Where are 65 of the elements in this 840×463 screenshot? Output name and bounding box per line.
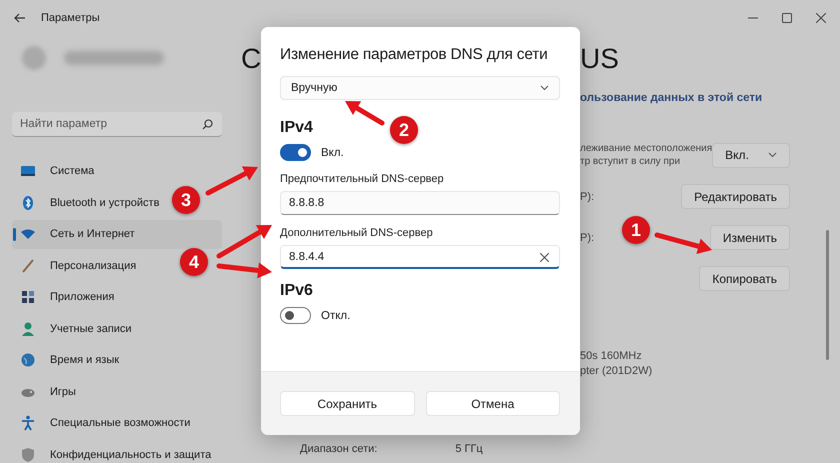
action-button[interactable]: Копировать xyxy=(699,266,790,291)
bluetooth-icon xyxy=(20,194,36,211)
action-button[interactable]: Редактировать xyxy=(681,184,790,209)
close-icon[interactable] xyxy=(816,13,826,23)
toggle-state-label: Вкл. xyxy=(321,146,344,158)
sidebar-item[interactable]: Персонализация xyxy=(12,252,140,280)
toggle-switch[interactable] xyxy=(280,144,311,161)
field-label: Дополнительный DNS-сервер xyxy=(280,227,434,239)
shield-icon xyxy=(20,446,36,463)
property-label: P): xyxy=(580,190,594,202)
setting-description: тр вступит в силу при xyxy=(580,155,682,168)
annotation-arrow xyxy=(206,166,258,196)
dialog-button[interactable]: Отмена xyxy=(426,391,560,416)
section-heading: IPv4 xyxy=(280,118,313,138)
location-dropdown[interactable]: Вкл. xyxy=(712,142,790,168)
search-field[interactable]: Найти параметр xyxy=(12,112,222,137)
apps-icon xyxy=(20,289,36,306)
step-number-badge: 1 xyxy=(622,216,650,244)
window-title: Параметры xyxy=(41,12,100,24)
scrollbar[interactable] xyxy=(826,230,829,360)
property-label: Диапазон сети: xyxy=(300,443,378,455)
search-icon xyxy=(202,119,213,130)
sidebar-item[interactable]: Специальные возможности xyxy=(12,409,194,438)
property-label: P): xyxy=(580,232,594,244)
step-number-badge: 3 xyxy=(172,186,200,214)
annotation-arrow xyxy=(345,101,384,126)
sidebar-item[interactable]: Учетные записи xyxy=(12,314,136,343)
section-heading: IPv6 xyxy=(280,281,313,301)
property-value: 5 ГГц xyxy=(455,443,483,455)
dns-input-field[interactable]: 8.8.8.8 xyxy=(280,191,560,215)
globe-icon xyxy=(20,352,36,368)
page-heading: US xyxy=(580,42,619,76)
toggle-switch[interactable] xyxy=(280,307,311,324)
toggle-state-label: Откл. xyxy=(321,310,350,322)
sidebar-item[interactable]: Сеть и Интернет xyxy=(12,220,222,248)
action-button[interactable]: Изменить xyxy=(710,225,790,250)
maximize-icon[interactable] xyxy=(782,13,792,23)
sidebar-item[interactable]: Конфиденциальность и защита xyxy=(12,440,216,463)
data-usage-link[interactable]: ользование данных в этой сети xyxy=(580,92,762,104)
sidebar-item[interactable]: Игры xyxy=(12,378,80,406)
page-heading: С xyxy=(241,42,262,76)
sidebar-item[interactable]: Система xyxy=(12,157,98,186)
dialog-title: Изменение параметров DNS для сети xyxy=(280,46,548,64)
field-label: Предпочтительный DNS-сервер xyxy=(280,173,445,185)
property-value: 50s 160MHz xyxy=(580,349,643,364)
brush-icon xyxy=(20,258,36,274)
setting-description: леживание местоположения xyxy=(580,142,712,155)
annotation-arrow xyxy=(216,225,272,258)
clear-icon[interactable] xyxy=(540,253,549,262)
dns-mode-dropdown[interactable]: Вручную xyxy=(280,76,560,100)
step-number-badge: 4 xyxy=(180,248,208,276)
sidebar-item[interactable]: Время и язык xyxy=(12,346,124,374)
dns-input-field[interactable]: 8.8.4.4 xyxy=(280,245,560,269)
chevron-down-icon xyxy=(540,85,549,91)
sidebar-item[interactable]: Приложения xyxy=(12,283,118,312)
property-value: pter (201D2W) xyxy=(580,364,652,379)
chevron-down-icon xyxy=(768,152,777,158)
person-icon xyxy=(20,320,36,337)
sidebar-item[interactable]: Bluetooth и устройств xyxy=(12,188,164,217)
accessibility-icon xyxy=(20,415,36,432)
annotation-arrow xyxy=(216,262,272,278)
dialog-button[interactable]: Сохранить xyxy=(280,391,414,416)
avatar-placeholder xyxy=(22,46,46,70)
back-arrow-icon[interactable] xyxy=(14,13,26,23)
annotation-arrow xyxy=(654,232,712,254)
